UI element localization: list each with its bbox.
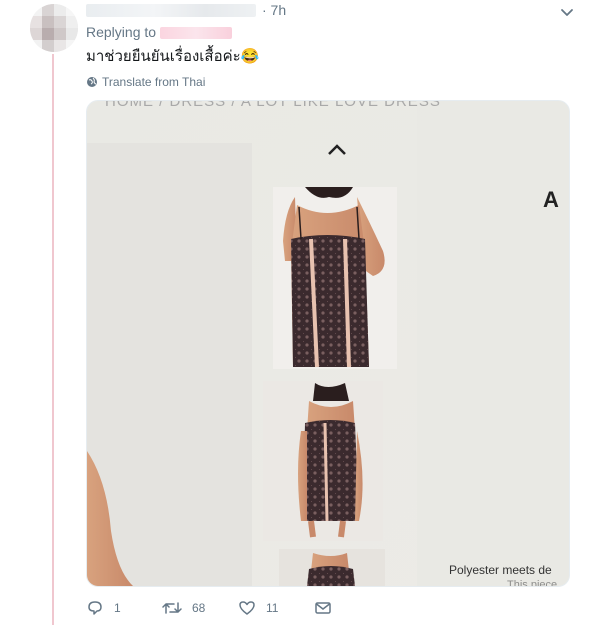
translate-label: Translate from Thai (102, 75, 206, 89)
photo-caption-line-2: This piece (507, 579, 558, 587)
tweet-header: · 7h (86, 2, 586, 20)
avatar[interactable] (30, 4, 78, 52)
author-name-redacted[interactable] (86, 4, 256, 17)
reply-count: 1 (114, 601, 121, 615)
photo-product-letter: A (543, 187, 559, 212)
heart-icon (239, 601, 255, 615)
photo-content (87, 101, 569, 586)
tweet-timestamp[interactable]: · 7h (262, 2, 286, 18)
like-button[interactable]: 11 (238, 599, 314, 617)
replying-to-label: Replying to (86, 24, 157, 40)
replying-to-line: Replying to (86, 24, 233, 40)
retweet-count: 68 (192, 601, 206, 615)
reply-icon (88, 601, 102, 615)
photo-caption-line: Polyester meets de (449, 563, 552, 577)
globe-icon (87, 77, 97, 87)
direct-message-button[interactable] (314, 600, 332, 616)
like-count: 11 (266, 601, 279, 615)
tweet-actions: 1 68 11 (86, 598, 566, 618)
translate-link[interactable]: Translate from Thai (86, 75, 205, 89)
chevron-down-icon[interactable] (558, 3, 576, 21)
retweet-button[interactable]: 68 (162, 599, 238, 617)
mail-icon (315, 602, 331, 614)
tweet-text: มาช่วยยืนยันเรื่องเสื้อค่ะ😂 (86, 48, 260, 65)
tweet-photo[interactable]: HOME / DRESS / A LOT LIKE LOVE DRESS A P… (86, 100, 570, 587)
photo-breadcrumb: HOME / DRESS / A LOT LIKE LOVE DRESS (105, 100, 441, 110)
thread-connector-line (52, 54, 54, 625)
reply-button[interactable]: 1 (86, 599, 162, 617)
retweet-icon (162, 602, 182, 614)
reply-handle-redacted[interactable] (160, 27, 233, 40)
